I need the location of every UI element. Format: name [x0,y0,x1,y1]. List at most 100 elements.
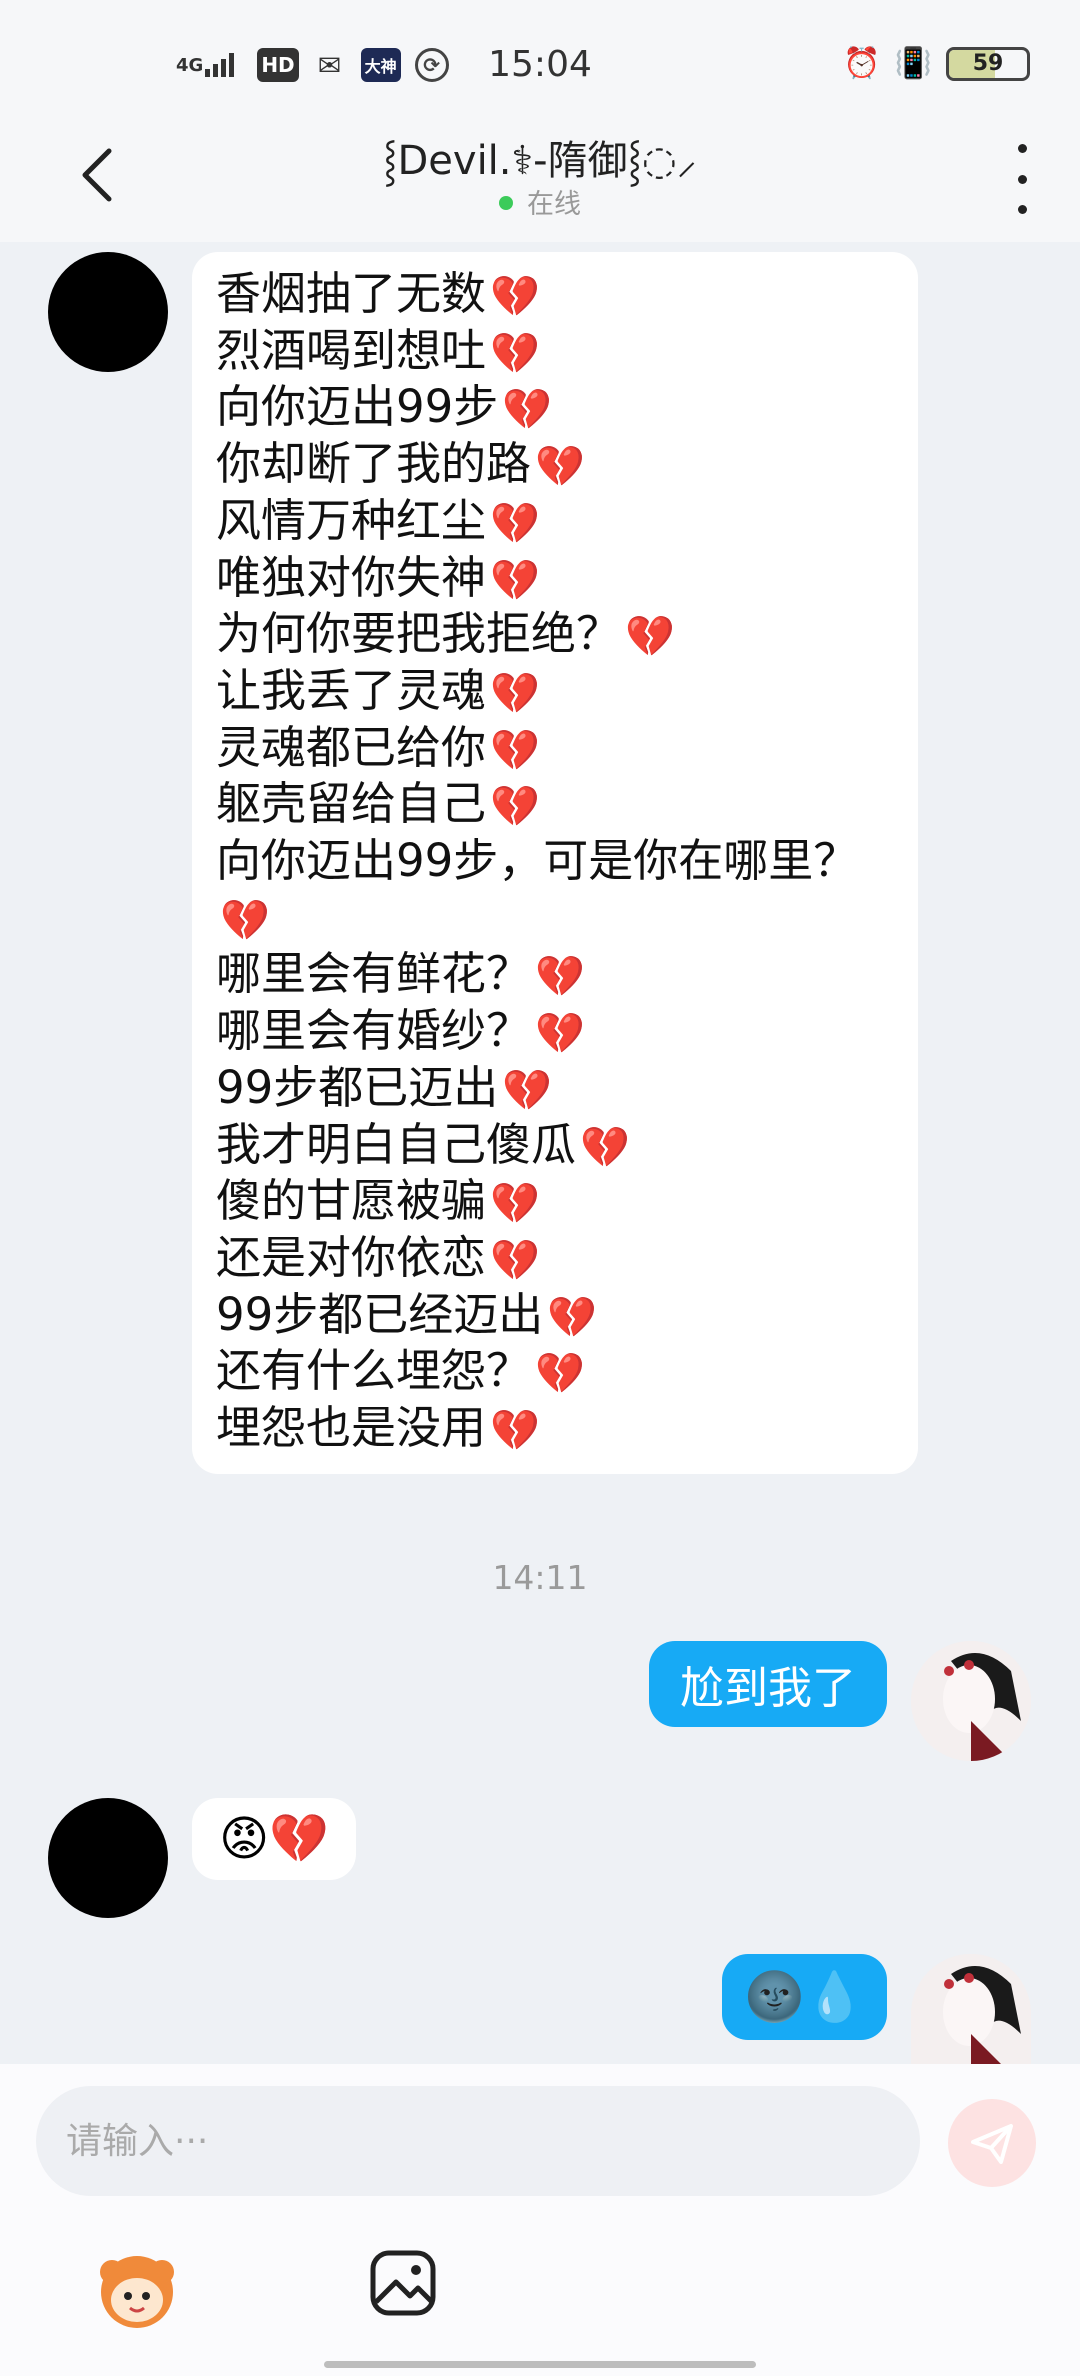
send-icon [971,2124,1013,2164]
message-bubble-outgoing[interactable]: 🌚💧 [722,1954,887,2040]
poem-line-text: 99步都已经迈出 [216,1287,544,1341]
poem-line-text: 烈酒喝到想吐 [216,323,487,377]
poem-line: 你却断了我的路 💔 [216,436,918,493]
broken-heart-emoji: 💔 [490,784,540,831]
poem-line: 埋怨也是没用 💔 [216,1400,918,1457]
broken-heart-emoji: 💔 [535,1011,585,1058]
broken-heart-emoji: 💔 [490,670,540,717]
broken-heart-emoji: 💔 [625,614,675,661]
vibrate-icon: 📳 [894,46,932,81]
emoji-message: 😡💔 [219,1811,329,1867]
broken-heart-emoji: 💔 [490,274,540,320]
poem-line: 躯壳留给自己 💔 [216,776,918,833]
poem-line: 让我丢了灵魂 💔 [216,663,918,720]
poem-line-text: 让我丢了灵魂 [216,663,487,717]
mascot-sticker-icon [100,2256,174,2328]
emoji-message: 🌚💧 [744,1969,865,2025]
broken-heart-emoji: 💔 [490,1181,540,1228]
message-bubble-incoming[interactable]: 😡💔 [192,1798,356,1880]
poem-line: 还是对你依恋 💔 [216,1230,918,1287]
poem-line: 99步都已迈出 💔 [216,1060,918,1117]
poem-line: 向你迈出99步，可是你在哪里？ [216,833,918,890]
poem-text: 香烟抽了无数 💔 烈酒喝到想吐 💔 向你迈出99步 💔 你却断了我的路 💔 风情万种红尘 💔 唯独对… [216,266,918,1457]
poem-line-text: 向你迈出99步 [216,380,499,434]
poem-line-text: 唯独对你失神 [216,550,487,604]
image-button[interactable] [368,2248,438,2318]
poem-line: 哪里会有鲜花？ 💔 [216,946,918,1003]
broken-heart-emoji: 💔 [580,1124,630,1171]
broken-heart-emoji: 💔 [490,1237,540,1284]
contact-avatar[interactable] [48,252,168,372]
poem-line-text: 我才明白自己傻瓜 [216,1117,577,1171]
poem-line: 傻的甘愿被骗 💔 [216,1173,918,1230]
poem-line-text: 哪里会有婚纱？ [216,1004,532,1058]
contact-avatar[interactable] [48,1798,168,1918]
more-vertical-icon-dot [1017,144,1027,153]
presence-status: 在线 [0,182,1080,221]
poem-line-text: 为何你要把我拒绝？ [216,607,622,661]
status-right-icons: ⏰ 📳 59 [843,46,1030,81]
broken-heart-emoji: 💔 [490,727,540,774]
sticker-button[interactable] [92,2244,182,2334]
poem-line-text: 风情万种红尘 [216,493,487,547]
status-bar: 4G HD ✉ 大神 ⟳ 15:04 ⏰ 📳 59 [0,0,1080,120]
presence-label: 在线 [527,189,581,220]
poem-line: 风情万种红尘 💔 [216,493,918,550]
more-vertical-icon-dot [1017,205,1027,214]
battery-icon: 59 [946,46,1030,81]
avatar-image [911,1641,1031,1761]
poem-line: 我才明白自己傻瓜 💔 [216,1117,918,1174]
more-options-button[interactable] [1002,144,1042,214]
poem-line: 香烟抽了无数 💔 [216,266,918,323]
message-input-container[interactable] [36,2086,920,2196]
composer [0,2064,1080,2376]
broken-heart-emoji: 💔 [535,444,585,491]
poem-line: 💔 [216,890,918,947]
poem-line: 哪里会有婚纱？ 💔 [216,1003,918,1060]
chat-title[interactable]: ⸾Devil.⚕-隋御⸾◌⸝ [0,128,1080,186]
poem-line-text: 躯壳留给自己 [216,777,487,831]
poem-line-text: 灵魂都已给你 [216,720,487,774]
image-icon [370,2250,436,2316]
poem-line: 烈酒喝到想吐 💔 [216,323,918,380]
poem-line: 向你迈出99步 💔 [216,379,918,436]
poem-line-text: 傻的甘愿被骗 [216,1174,487,1228]
poem-line: 还有什么埋怨？ 💔 [216,1343,918,1400]
broken-heart-emoji: 💔 [490,330,540,377]
poem-line-text: 你却断了我的路 [216,437,532,491]
message-timestamp: 14:11 [492,1558,588,1597]
message-bubble-outgoing[interactable]: 尬到我了 [649,1641,887,1727]
broken-heart-emoji: 💔 [535,954,585,1001]
battery-label: 59 [972,51,1004,76]
my-avatar[interactable] [911,1954,1031,2064]
alarm-icon: ⏰ [843,46,881,81]
home-indicator[interactable] [324,2361,756,2368]
avatar-image [911,1954,1031,2064]
poem-line-text: 哪里会有鲜花？ [216,947,532,1001]
online-dot-icon [499,195,513,210]
poem-line: 99步都已经迈出 💔 [216,1287,918,1344]
broken-heart-emoji: 💔 [502,387,553,434]
message-input[interactable] [64,2119,920,2163]
message-bubble-incoming[interactable]: 香烟抽了无数 💔 烈酒喝到想吐 💔 向你迈出99步 💔 你却断了我的路 💔 风情万种红尘 💔 唯独对… [192,252,918,1474]
my-avatar[interactable] [911,1641,1031,1761]
chat-header: ⸾Devil.⚕-隋御⸾◌⸝ 在线 [0,120,1080,242]
broken-heart-emoji: 💔 [502,1067,553,1114]
poem-line-text: 还有什么埋怨？ [216,1344,532,1398]
poem-line: 灵魂都已给你 💔 [216,720,918,777]
broken-heart-emoji: 💔 [490,500,540,547]
poem-line-text: 香烟抽了无数 [216,267,487,320]
poem-line: 唯独对你失神 💔 [216,550,918,607]
broken-heart-emoji: 💔 [490,1408,540,1455]
poem-line-text: 向你迈出99步，可是你在哪里？ [216,834,859,888]
more-vertical-icon-dot [1017,174,1027,184]
broken-heart-emoji: 💔 [535,1351,585,1398]
broken-heart-emoji: 💔 [547,1294,598,1341]
poem-line-text: 埋怨也是没用 [216,1401,487,1455]
send-button[interactable] [948,2099,1036,2187]
message-text: 尬到我了 [680,1663,856,1714]
broken-heart-emoji: 💔 [490,557,540,604]
broken-heart-emoji: 💔 [220,897,270,944]
poem-line: 为何你要把我拒绝？ 💔 [216,606,918,663]
poem-line-text: 99步都已迈出 [216,1060,499,1114]
